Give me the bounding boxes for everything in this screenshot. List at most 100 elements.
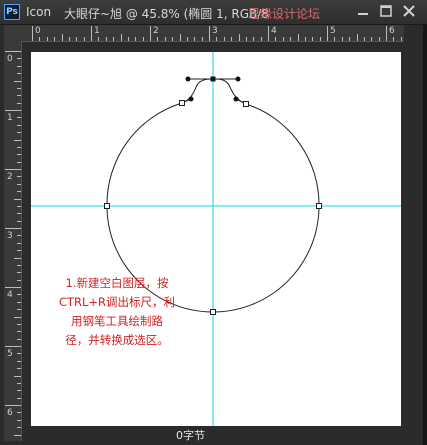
- ruler-tick: [275, 37, 277, 41]
- ruler-tick: [393, 37, 395, 41]
- ruler-label: 4: [7, 290, 13, 300]
- watermark-text: 思缘设计论坛: [248, 7, 321, 21]
- ruler-tick: [17, 250, 21, 252]
- ruler-tick: [54, 37, 56, 41]
- anchor-point-right[interactable]: [316, 203, 322, 209]
- horizontal-ruler[interactable]: 0 1 2 3 4 5 6: [22, 25, 404, 42]
- close-button[interactable]: [398, 2, 420, 21]
- ruler-label: 2: [7, 172, 13, 182]
- ruler-tick: [17, 264, 21, 266]
- ruler-tick: [14, 257, 21, 259]
- ruler-tick: [186, 37, 188, 41]
- window-shadow: [423, 24, 427, 445]
- ruler-tick: [349, 37, 351, 41]
- ruler-tick: [400, 37, 402, 41]
- ruler-tick: [98, 37, 100, 41]
- ruler-tick: [282, 37, 284, 41]
- ruler-label: 5: [7, 349, 13, 359]
- ruler-tick: [17, 382, 21, 384]
- photoshop-document-window: Ps Icon 大眼仔~旭 @ 45.8% (椭圆 1, RGB/8 思缘设计论…: [0, 0, 427, 445]
- minimize-icon: [358, 13, 368, 15]
- app-label: Icon: [26, 5, 52, 19]
- status-text: 0字节: [176, 429, 205, 442]
- anchor-point-bottom[interactable]: [210, 309, 216, 315]
- close-icon: [403, 5, 415, 17]
- ruler-tick: [5, 405, 21, 406]
- direction-handle-point[interactable]: [233, 96, 239, 102]
- ruler-tick: [17, 353, 21, 355]
- ruler-label: 5: [330, 26, 336, 36]
- ruler-tick: [17, 73, 21, 75]
- ruler-label: 6: [7, 408, 13, 418]
- ruler-tick: [319, 37, 321, 41]
- anchor-point-top[interactable]: [210, 76, 216, 82]
- maximize-icon: [380, 5, 392, 17]
- ruler-tick: [378, 37, 380, 41]
- direction-handle-point[interactable]: [188, 96, 194, 102]
- ruler-tick: [238, 34, 240, 41]
- ruler-tick: [142, 37, 144, 41]
- ruler-tick: [17, 419, 21, 421]
- document-canvas[interactable]: [31, 52, 401, 430]
- ruler-tick: [150, 26, 151, 41]
- ruler-tick: [172, 37, 174, 41]
- canvas-workspace[interactable]: [22, 42, 422, 432]
- ruler-tick: [17, 309, 21, 311]
- ruler-label: 3: [7, 231, 13, 241]
- ruler-tick: [17, 360, 21, 362]
- ruler-tick: [17, 161, 21, 163]
- instruction-note: 1.新建空白图层，按 CTRL+R调出标尺，利 用钢笔工具绘制路 径，并转换成选…: [58, 276, 176, 347]
- ruler-tick: [17, 117, 21, 119]
- direction-handle-point[interactable]: [185, 76, 191, 82]
- canvas-drawing[interactable]: [31, 52, 401, 430]
- ruler-tick: [17, 146, 21, 148]
- ruler-tick: [17, 58, 21, 60]
- ruler-tick: [327, 26, 328, 41]
- anchor-point-left-shoulder[interactable]: [179, 100, 185, 106]
- title-bar[interactable]: Ps Icon 大眼仔~旭 @ 45.8% (椭圆 1, RGB/8 思缘设计论…: [0, 0, 427, 25]
- vertical-ruler[interactable]: 0 1 2 3 4 5 6: [4, 41, 22, 441]
- ruler-tick: [76, 37, 78, 41]
- ruler-tick: [46, 37, 48, 41]
- ruler-tick: [120, 34, 122, 41]
- ruler-tick: [68, 37, 70, 41]
- ruler-tick: [5, 169, 21, 170]
- ruler-tick: [17, 397, 21, 399]
- ruler-tick: [223, 37, 225, 41]
- ruler-tick: [371, 37, 373, 41]
- ruler-tick: [14, 375, 21, 377]
- ruler-tick: [386, 26, 387, 41]
- maximize-button[interactable]: [375, 2, 397, 21]
- direction-handle-point[interactable]: [235, 76, 241, 82]
- ruler-tick: [304, 37, 306, 41]
- ruler-tick: [5, 110, 21, 111]
- ruler-tick: [17, 323, 21, 325]
- ruler-tick: [209, 26, 210, 41]
- ruler-tick: [290, 37, 292, 41]
- ruler-tick: [17, 87, 21, 89]
- ruler-label: 1: [94, 26, 100, 36]
- ruler-origin-corner[interactable]: [4, 25, 23, 42]
- anchor-point-right-shoulder[interactable]: [243, 101, 249, 107]
- ruler-tick: [17, 183, 21, 185]
- ruler-tick: [105, 37, 107, 41]
- ruler-tick: [14, 80, 21, 82]
- ruler-tick: [17, 279, 21, 281]
- ruler-tick: [17, 368, 21, 370]
- ruler-tick: [17, 205, 21, 207]
- ruler-tick: [356, 34, 358, 41]
- ruler-tick: [91, 26, 92, 41]
- ruler-tick: [5, 51, 21, 52]
- ruler-tick: [363, 37, 365, 41]
- anchor-point-left[interactable]: [104, 203, 110, 209]
- status-bar: 0字节: [22, 426, 427, 445]
- ruler-tick: [32, 26, 33, 41]
- ruler-tick: [17, 301, 21, 303]
- ruler-tick: [113, 37, 115, 41]
- ruler-label: 3: [212, 26, 218, 36]
- ruler-label: 0: [7, 54, 13, 64]
- minimize-button[interactable]: [352, 2, 374, 21]
- ruler-label: 6: [389, 26, 395, 36]
- ruler-tick: [17, 331, 21, 333]
- ruler-tick: [17, 427, 21, 429]
